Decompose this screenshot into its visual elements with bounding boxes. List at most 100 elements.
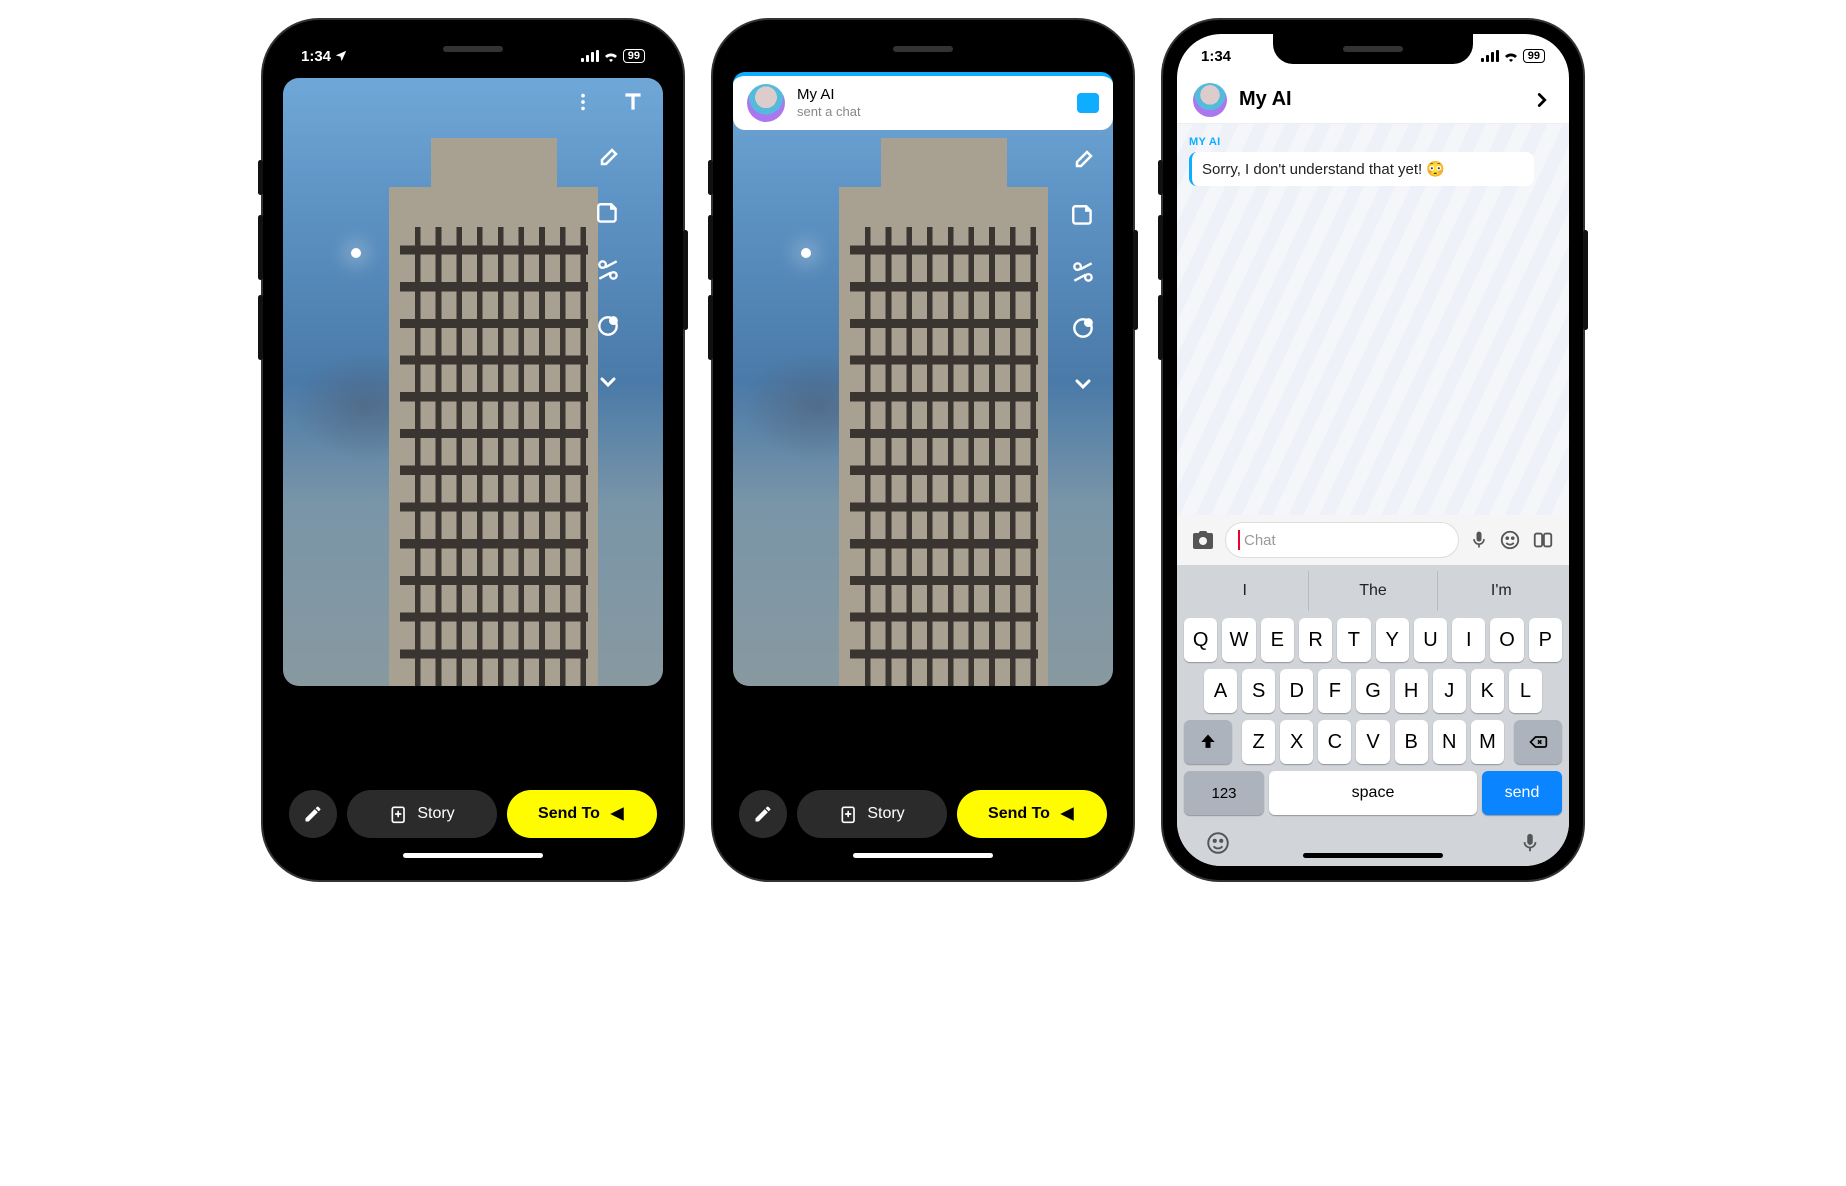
message-sender: MY AI <box>1189 136 1534 148</box>
chat-text-input[interactable]: Chat <box>1225 522 1459 558</box>
notification-title: My AI <box>797 86 1065 104</box>
home-indicator[interactable] <box>853 853 993 858</box>
draw-pencil-button[interactable] <box>289 790 337 838</box>
key-t[interactable]: T <box>1337 618 1370 662</box>
keyboard-row-3: ZXCVBNM <box>1184 720 1562 764</box>
send-to-label: Send To <box>538 805 600 823</box>
location-arrow-icon <box>334 49 348 63</box>
wifi-icon <box>1503 50 1519 62</box>
keyboard-emoji-button[interactable] <box>1205 830 1231 856</box>
numeric-key[interactable]: 123 <box>1184 771 1264 815</box>
key-j[interactable]: J <box>1433 669 1466 713</box>
key-v[interactable]: V <box>1356 720 1389 764</box>
backspace-key[interactable] <box>1514 720 1562 764</box>
key-m[interactable]: M <box>1471 720 1504 764</box>
notification-banner[interactable]: My AI sent a chat <box>733 72 1113 130</box>
chat-details-button[interactable] <box>1531 89 1553 111</box>
key-u[interactable]: U <box>1414 618 1447 662</box>
battery-indicator: 99 <box>1523 49 1545 63</box>
status-time: 1:34 <box>301 48 331 65</box>
camera-button[interactable] <box>1191 528 1215 552</box>
key-c[interactable]: C <box>1318 720 1351 764</box>
keyboard-mic-button[interactable] <box>1519 830 1541 856</box>
message-bubble: Sorry, I don't understand that yet! 😳 <box>1189 152 1534 186</box>
draw-pencil-button[interactable] <box>739 790 787 838</box>
story-label: Story <box>867 805 904 823</box>
keyboard-row-1: QWERTYUIOP <box>1184 618 1562 662</box>
story-plus-icon <box>389 804 409 824</box>
signal-icon <box>581 50 599 62</box>
voice-note-button[interactable] <box>1469 528 1489 552</box>
key-i[interactable]: I <box>1452 618 1485 662</box>
expand-tools-button[interactable] <box>1065 366 1101 402</box>
phone-frame-3: 1:34 99 My AI MY AI Sorry, I don't under… <box>1163 20 1583 880</box>
chat-title[interactable]: My AI <box>1239 88 1519 111</box>
key-b[interactable]: B <box>1395 720 1428 764</box>
space-key[interactable]: space <box>1269 771 1477 815</box>
key-k[interactable]: K <box>1471 669 1504 713</box>
home-indicator[interactable] <box>1303 853 1443 858</box>
music-timer-button[interactable] <box>1065 310 1101 346</box>
ios-keyboard: I The I'm QWERTYUIOP ASDFGHJKL ZXCVBNM <box>1177 565 1569 866</box>
snap-photo-preview[interactable] <box>733 78 1113 686</box>
send-to-button[interactable]: Send To <box>957 790 1107 838</box>
key-r[interactable]: R <box>1299 618 1332 662</box>
send-to-label: Send To <box>988 805 1050 823</box>
story-button[interactable]: Story <box>347 790 497 838</box>
suggestion-2[interactable]: The <box>1309 571 1437 611</box>
chat-placeholder: Chat <box>1244 532 1276 549</box>
key-q[interactable]: Q <box>1184 618 1217 662</box>
emoji-button[interactable] <box>1499 529 1521 551</box>
chat-input-bar: Chat <box>1177 515 1569 565</box>
attach-link-button[interactable] <box>590 140 626 176</box>
status-time: 1:34 <box>1201 48 1231 65</box>
story-label: Story <box>417 805 454 823</box>
suggestion-1[interactable]: I <box>1181 571 1309 611</box>
sticker-button[interactable] <box>1065 198 1101 234</box>
send-arrow-icon <box>1058 805 1076 823</box>
key-w[interactable]: W <box>1222 618 1255 662</box>
scissors-crop-button[interactable] <box>1065 254 1101 290</box>
send-to-button[interactable]: Send To <box>507 790 657 838</box>
key-a[interactable]: A <box>1204 669 1237 713</box>
more-options-button[interactable] <box>565 84 601 120</box>
chat-messages-area[interactable]: MY AI Sorry, I don't understand that yet… <box>1177 124 1569 515</box>
chat-bubble-icon <box>1077 93 1099 113</box>
phone-frame-2: My AI sent a chat <box>713 20 1133 880</box>
key-p[interactable]: P <box>1529 618 1562 662</box>
phone-frame-1: 1:34 99 <box>263 20 683 880</box>
key-e[interactable]: E <box>1261 618 1294 662</box>
suggestion-3[interactable]: I'm <box>1438 571 1565 611</box>
key-s[interactable]: S <box>1242 669 1275 713</box>
send-arrow-icon <box>608 805 626 823</box>
wifi-icon <box>603 50 619 62</box>
send-key[interactable]: send <box>1482 771 1562 815</box>
scissors-crop-button[interactable] <box>590 252 626 288</box>
music-timer-button[interactable] <box>590 308 626 344</box>
my-ai-avatar <box>747 84 785 122</box>
attach-link-button[interactable] <box>1065 142 1101 178</box>
shift-key[interactable] <box>1184 720 1232 764</box>
story-button[interactable]: Story <box>797 790 947 838</box>
battery-indicator: 99 <box>623 49 645 63</box>
gallery-button[interactable] <box>1531 529 1555 551</box>
signal-icon <box>1481 50 1499 62</box>
key-y[interactable]: Y <box>1376 618 1409 662</box>
home-indicator[interactable] <box>403 853 543 858</box>
text-tool-button[interactable] <box>615 84 651 120</box>
key-n[interactable]: N <box>1433 720 1466 764</box>
expand-tools-button[interactable] <box>590 364 626 400</box>
key-d[interactable]: D <box>1280 669 1313 713</box>
key-x[interactable]: X <box>1280 720 1313 764</box>
key-o[interactable]: O <box>1490 618 1523 662</box>
key-l[interactable]: L <box>1509 669 1542 713</box>
key-f[interactable]: F <box>1318 669 1351 713</box>
my-ai-avatar[interactable] <box>1193 83 1227 117</box>
sticker-button[interactable] <box>590 196 626 232</box>
key-g[interactable]: G <box>1356 669 1389 713</box>
key-h[interactable]: H <box>1395 669 1428 713</box>
notification-subtitle: sent a chat <box>797 104 1065 120</box>
key-z[interactable]: Z <box>1242 720 1275 764</box>
keyboard-row-2: ASDFGHJKL <box>1184 669 1562 713</box>
story-plus-icon <box>839 804 859 824</box>
